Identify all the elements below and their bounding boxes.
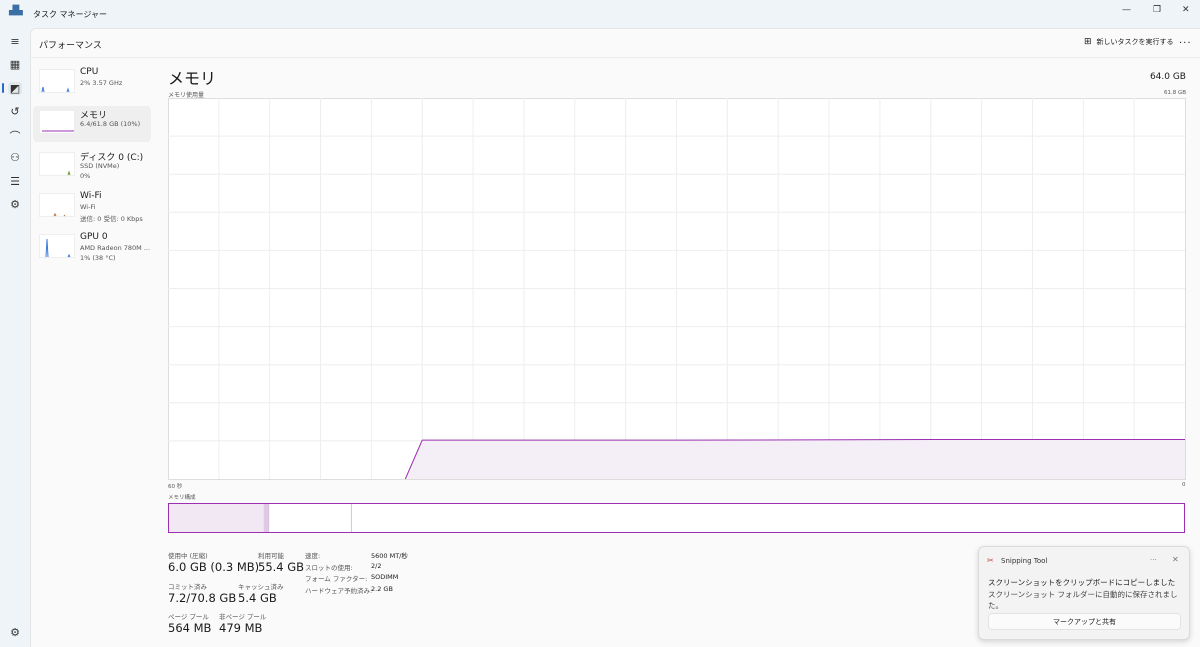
stat-label: キャッシュ済み	[238, 583, 284, 591]
stat-value: 564 MB	[168, 621, 212, 635]
thumbnail-graph	[39, 193, 75, 217]
thumbnail-graph	[39, 69, 75, 93]
sidebar-item-detail2: 送信: 0 受信: 0 Kbps	[80, 215, 143, 223]
active-indicator	[2, 83, 4, 93]
processes-icon[interactable]: ▦	[8, 58, 22, 71]
nav-rail: ≡ ▦ ◩ ↺ ⌒ ⚇ ☰ ⚙ ⚙	[0, 28, 30, 647]
composition-frame	[168, 503, 1185, 533]
sidebar-item-name: Wi-Fi	[80, 191, 102, 201]
task-manager-icon: ▟▙	[9, 6, 23, 16]
composition-label: メモリ構成	[168, 495, 196, 501]
usage-max: 61.8 GB	[1163, 90, 1186, 96]
thumbnail-graph	[39, 110, 75, 134]
time-left-label: 60 秒	[168, 484, 183, 490]
sidebar-item-1[interactable]: メモリ 6.4/61.8 GB (10%)	[33, 106, 151, 142]
memory-composition-bar	[168, 503, 1185, 533]
toast-app-name: Snipping Tool	[1001, 557, 1048, 565]
stat-label: 非ページ プール	[219, 613, 267, 621]
toast-message: スクリーンショット フォルダーに自動的に保存されました。	[988, 590, 1178, 610]
spec-value: 2/2	[371, 561, 382, 570]
run-new-task-button[interactable]: ⊞ 新しいタスクを実行する	[1084, 37, 1174, 47]
sidebar-item-0[interactable]: CPU 2% 3.57 GHz	[33, 65, 151, 101]
sidebar-item-detail: Wi-Fi	[80, 203, 96, 211]
toast-more-button[interactable]: ···	[1150, 556, 1157, 564]
spec-value: SODIMM	[371, 573, 399, 581]
spec-value: 2.2 GB	[371, 584, 393, 593]
stat-value: 7.2/70.8 GB	[168, 591, 237, 605]
sidebar-item-3[interactable]: Wi-Fi Wi-Fi 送信: 0 受信: 0 Kbps	[33, 189, 151, 225]
title-bar: ▟▙ タスク マネージャー — ❐ ✕	[0, 0, 1200, 28]
thumbnail-graph	[39, 234, 75, 258]
details-icon[interactable]: ☰	[8, 175, 22, 188]
memory-total: 64.0 GB	[1149, 72, 1186, 82]
window-title: タスク マネージャー	[33, 10, 107, 19]
spec-label: フォーム ファクター:	[305, 575, 368, 583]
stat-value: 5.4 GB	[238, 591, 277, 605]
users-icon[interactable]: ⚇	[8, 151, 22, 164]
stat-value: 55.4 GB	[258, 560, 305, 574]
stat-value: 479 MB	[219, 621, 263, 635]
spec-value: 5600 MT/秒	[371, 552, 408, 560]
sidebar-item-detail2: 0%	[80, 172, 91, 180]
restore-button[interactable]: ❐	[1153, 5, 1161, 15]
sidebar-item-2[interactable]: ディスク 0 (C:) SSD (NVMe) 0%	[33, 148, 151, 184]
toast-close-button[interactable]: ✕	[1172, 555, 1179, 564]
sidebar-item-detail2: 1% (38 °C)	[80, 254, 116, 262]
thumbnail-graph	[39, 152, 75, 176]
stat-label: コミット済み	[168, 583, 207, 591]
sidebar-item-detail: AMD Radeon 780M ...	[80, 244, 151, 252]
stat-label: 利用可能	[258, 552, 284, 560]
stat-value: 6.0 GB (0.3 MB)	[168, 560, 260, 574]
spec-label: スロットの使用:	[305, 563, 353, 572]
memory-usage-chart	[168, 98, 1186, 480]
performance-icon[interactable]: ◩	[8, 82, 22, 95]
app-history-icon[interactable]: ↺	[8, 105, 22, 118]
spec-label: 速度:	[305, 552, 321, 560]
services-icon[interactable]: ⚙	[8, 198, 22, 211]
new-task-icon: ⊞	[1084, 37, 1092, 47]
time-right-label: 0	[1182, 482, 1186, 488]
hamburger-icon[interactable]: ≡	[8, 35, 22, 48]
toast-title: スクリーンショットをクリップボードにコピーしました	[988, 578, 1176, 587]
page-title: パフォーマンス	[39, 41, 102, 51]
snipping-tool-notification[interactable]: ✂ Snipping Tool ··· ✕ スクリーンショットをクリップボードに…	[978, 546, 1190, 640]
sidebar-item-detail: 6.4/61.8 GB (10%)	[80, 120, 141, 128]
divider	[31, 57, 1200, 58]
startup-icon[interactable]: ⌒	[8, 128, 22, 144]
sidebar-item-detail: SSD (NVMe)	[80, 162, 120, 170]
settings-icon[interactable]: ⚙	[8, 626, 22, 639]
snipping-tool-icon: ✂	[987, 556, 994, 565]
usage-area	[405, 439, 1185, 479]
close-button[interactable]: ✕	[1182, 5, 1190, 15]
stat-label: ページ プール	[168, 613, 209, 621]
modified-segment[interactable]	[263, 504, 269, 532]
sidebar-item-name: GPU 0	[80, 232, 108, 242]
memory-title: メモリ	[168, 69, 217, 88]
markup-share-button[interactable]: マークアップと共有	[988, 613, 1181, 630]
spec-label: ハードウェア予約済み:	[305, 586, 373, 595]
stat-label: 使用中 (圧縮)	[168, 552, 208, 560]
sidebar-item-4[interactable]: GPU 0 AMD Radeon 780M ... 1% (38 °C)	[33, 230, 151, 266]
more-options-button[interactable]: ...	[1179, 35, 1192, 46]
sidebar-item-detail: 2% 3.57 GHz	[80, 79, 123, 87]
sidebar-item-name: CPU	[80, 67, 99, 77]
minimize-button[interactable]: —	[1122, 5, 1131, 15]
in-use-segment[interactable]	[169, 504, 264, 532]
